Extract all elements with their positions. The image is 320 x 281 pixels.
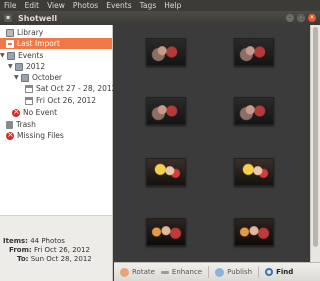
enhance-label: Enhance [171, 268, 203, 276]
sidebar-item-event-oct26[interactable]: Fri Oct 26, 2012 [25, 95, 96, 106]
expander-down-icon[interactable]: ▼ [0, 50, 7, 61]
photo-thumbnail[interactable] [146, 218, 186, 246]
close-icon[interactable]: × [308, 14, 316, 22]
library-icon [6, 28, 14, 37]
publish-label: Publish [227, 268, 253, 276]
photo-thumbnail[interactable] [234, 97, 274, 125]
sidebar: Library Last Import ▼ Events ▼ 2012 ▼ Oc… [0, 25, 116, 215]
sidebar-item-label: Last Import [17, 39, 60, 48]
rotate-button[interactable]: Rotate [120, 267, 155, 277]
toolbar-separator [208, 266, 210, 278]
sidebar-item-label: No Event [23, 108, 58, 117]
menu-photos[interactable]: Photos [69, 0, 102, 11]
info-items: Items: 44 Photos [3, 237, 65, 245]
search-icon [265, 268, 274, 276]
calendar-icon [25, 96, 33, 105]
photo-thumbnail[interactable] [146, 38, 186, 66]
folder-icon [21, 73, 29, 82]
info-to-label: To: [17, 255, 29, 263]
sidebar-item-label: Library [17, 28, 44, 37]
publish-button[interactable]: Publish [215, 267, 253, 277]
sidebar-item-year[interactable]: ▼ 2012 [8, 61, 45, 72]
photo-thumbnail[interactable] [234, 38, 274, 66]
expander-down-icon[interactable]: ▼ [14, 72, 21, 83]
sidebar-item-last-import[interactable]: Last Import [0, 38, 112, 49]
info-from: From: Fri Oct 26, 2012 [9, 246, 90, 254]
trash-icon [6, 120, 13, 129]
info-items-value: 44 Photos [30, 237, 65, 245]
photo-thumbnail[interactable] [234, 158, 274, 186]
info-panel: Items: 44 Photos From: Fri Oct 26, 2012 … [0, 215, 113, 281]
sidebar-item-trash[interactable]: Trash [6, 119, 36, 130]
sidebar-item-month[interactable]: ▼ October [14, 72, 62, 83]
menu-view[interactable]: View [43, 0, 69, 11]
calendar-icon [25, 84, 33, 93]
publish-icon [215, 267, 225, 277]
info-items-label: Items: [3, 237, 28, 245]
sidebar-item-label: Trash [16, 120, 36, 129]
import-icon [6, 39, 14, 48]
find-label: Find [276, 268, 294, 276]
expander-down-icon[interactable]: ▼ [8, 61, 15, 72]
rotate-label: Rotate [132, 268, 155, 276]
enhance-icon [160, 270, 169, 274]
sidebar-item-no-event[interactable]: No Event [12, 107, 57, 118]
sidebar-item-events[interactable]: ▼ Events [0, 50, 43, 61]
window-title: Shotwell [18, 13, 58, 23]
sidebar-item-library[interactable]: Library [6, 27, 43, 38]
sidebar-item-event-oct27[interactable]: Sat Oct 27 - 28, 2012 [25, 83, 116, 94]
sidebar-item-label: Missing Files [17, 131, 64, 140]
menu-file[interactable]: File [0, 0, 21, 11]
maximize-icon[interactable]: □ [297, 14, 305, 22]
sidebar-item-label: 2012 [26, 62, 46, 71]
menu-bar: File Edit View Photos Events Tags Help [0, 0, 320, 11]
photo-thumbnail[interactable] [146, 97, 186, 125]
photo-thumbnail[interactable] [146, 158, 186, 186]
sidebar-item-label: October [32, 73, 63, 82]
scrollbar-thumb[interactable] [313, 27, 318, 247]
missing-files-icon [6, 130, 14, 140]
menu-events[interactable]: Events [102, 0, 135, 11]
menu-help[interactable]: Help [160, 0, 185, 11]
grid-scrollbar[interactable] [310, 25, 320, 262]
no-event-icon [12, 107, 20, 117]
photo-thumbnail[interactable] [234, 218, 274, 246]
sidebar-item-label: Fri Oct 26, 2012 [36, 96, 97, 105]
rotate-icon [120, 267, 129, 277]
title-bar: ▪ Shotwell – □ × [0, 11, 320, 25]
minimize-icon[interactable]: – [286, 14, 294, 22]
window-controls: – □ × [286, 14, 316, 22]
toolbar-separator [258, 266, 260, 278]
sidebar-item-label: Events [18, 51, 44, 60]
photo-grid [114, 25, 310, 262]
menu-tags[interactable]: Tags [136, 0, 161, 11]
info-to-value: Sun Oct 28, 2012 [30, 255, 92, 263]
info-from-value: Fri Oct 26, 2012 [33, 246, 91, 254]
app-icon: ▪ [4, 14, 12, 22]
events-icon [7, 51, 15, 60]
info-from-label: From: [9, 246, 32, 254]
bottom-toolbar: Rotate Enhance Publish Find [114, 262, 320, 281]
sidebar-item-missing-files[interactable]: Missing Files [6, 130, 64, 141]
sidebar-item-label: Sat Oct 27 - 28, 2012 [36, 84, 117, 93]
enhance-button[interactable]: Enhance [160, 268, 203, 276]
folder-icon [15, 62, 23, 71]
info-to: To: Sun Oct 28, 2012 [17, 255, 92, 263]
find-button[interactable]: Find [265, 268, 293, 276]
menu-edit[interactable]: Edit [21, 0, 44, 11]
